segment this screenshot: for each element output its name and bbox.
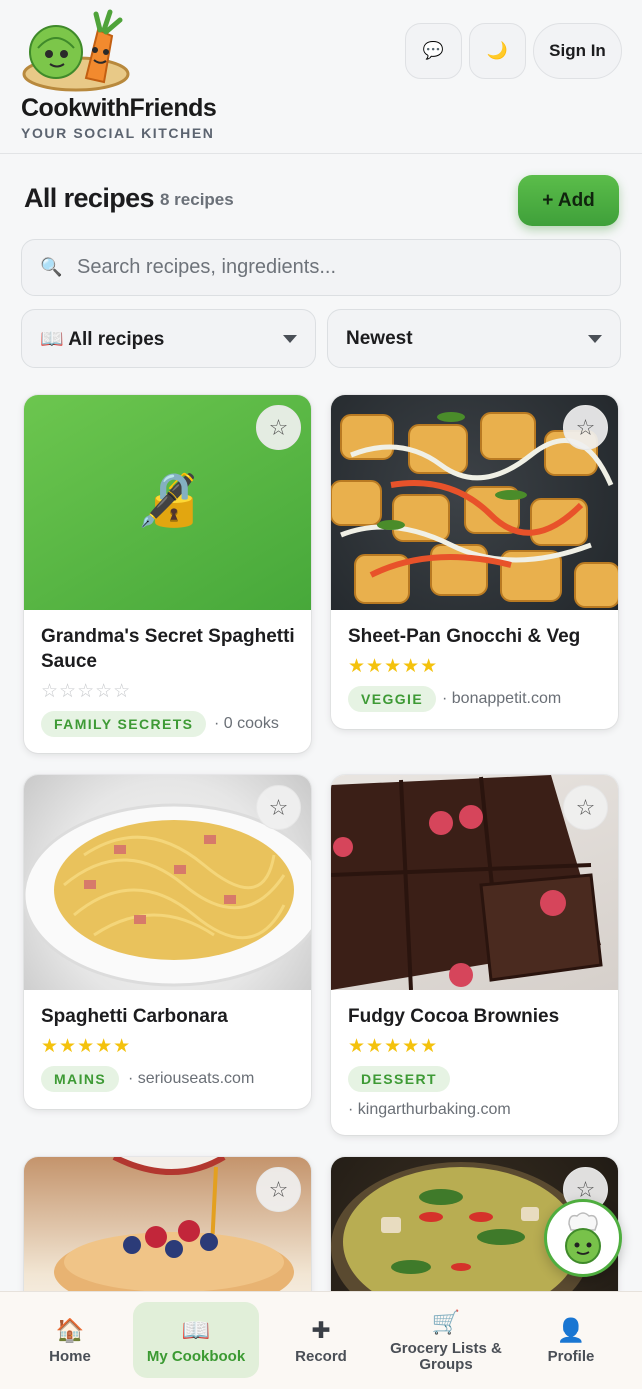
recipe-image: 🔏 ☆ — [24, 395, 311, 610]
profile-icon: 👤 — [556, 1317, 586, 1343]
home-icon: 🏠 — [55, 1317, 85, 1343]
nav-label: Record — [295, 1348, 347, 1365]
favorite-star-icon[interactable]: ☆ — [256, 785, 301, 830]
recipe-meta: · seriouseats.com — [128, 1070, 255, 1087]
plus-icon: ✚ — [311, 1317, 331, 1343]
sort-select[interactable]: Newest — [327, 309, 621, 368]
recipe-card[interactable]: ☆ Sheet-Pan Gnocchi & Veg ★★★★★ VEGGIE ·… — [331, 395, 618, 729]
recipe-card[interactable]: ☆ Fudgy Cocoa Brownies ★★★★★ DESSERT · k… — [331, 775, 618, 1135]
recipe-title: Spaghetti Carbonara — [41, 1006, 228, 1027]
category-tag: VEGGIE — [348, 686, 437, 712]
chevron-down-icon — [588, 335, 602, 343]
favorite-star-icon[interactable]: ☆ — [563, 785, 608, 830]
page-title: All recipes — [24, 183, 155, 213]
nav-label: Profile — [547, 1348, 595, 1365]
search-input[interactable]: 🔍 Search recipes, ingredients... — [21, 239, 621, 296]
recipe-title: Grandma's Secret Spaghetti Sauce — [41, 626, 295, 672]
recipe-card[interactable]: ☆ Spaghetti Carbonara ★★★★★ MAINS · seri… — [24, 775, 311, 1109]
sort-select-value: Newest — [346, 327, 413, 349]
category-tag: DESSERT — [348, 1066, 450, 1092]
recipe-title: Sheet-Pan Gnocchi & Veg — [348, 626, 581, 647]
favorite-star-icon[interactable]: ☆ — [256, 405, 301, 450]
search-icon: 🔍 — [40, 257, 63, 277]
category-tag: MAINS — [41, 1066, 120, 1092]
favorite-star-icon[interactable]: ☆ — [256, 1167, 301, 1212]
sign-in-button[interactable]: Sign In — [533, 23, 622, 79]
rating-stars: ★★★★★ — [348, 656, 439, 677]
brand-name: CookwithFriends — [21, 94, 217, 122]
recipe-image: ☆ — [331, 395, 618, 610]
nav-label: Grocery Lists & Groups — [390, 1340, 502, 1373]
brand-tagline: YOUR SOCIAL KITCHEN — [21, 125, 215, 141]
collection-select-value: 📖 All recipes — [40, 328, 165, 350]
chef-assistant-button[interactable] — [544, 1199, 622, 1277]
nav-grocery-lists[interactable]: 🛒 Grocery Lists & Groups — [383, 1302, 509, 1378]
book-icon: 📖 — [181, 1317, 211, 1343]
chat-button[interactable]: 💬 — [405, 23, 462, 79]
theme-toggle-button[interactable]: 🌙 — [469, 23, 526, 79]
recipe-card[interactable]: 🔏 ☆ Grandma's Secret Spaghetti Sauce ☆☆☆… — [24, 395, 311, 753]
recipe-title: Fudgy Cocoa Brownies — [348, 1006, 560, 1027]
bottom-navigation: 🏠 Home 📖 My Cookbook ✚ Record 🛒 Grocery … — [0, 1291, 642, 1389]
recipe-meta: · kingarthurbaking.com — [348, 1101, 511, 1118]
chevron-down-icon — [283, 335, 297, 343]
recipe-image: ☆ — [24, 775, 311, 990]
recipe-count: 8 recipes — [160, 190, 234, 209]
category-tag: FAMILY SECRETS — [41, 711, 207, 737]
cart-icon: 🛒 — [431, 1309, 461, 1335]
nav-record[interactable]: ✚ Record — [271, 1302, 371, 1378]
chef-cabbage-icon — [565, 1212, 601, 1264]
rating-stars: ★★★★★ — [348, 1036, 439, 1057]
chat-icon: 💬 — [422, 41, 445, 60]
rating-stars: ★★★★★ — [41, 1036, 132, 1057]
nav-profile[interactable]: 👤 Profile — [521, 1302, 621, 1378]
rating-stars: ☆☆☆☆☆ — [41, 681, 132, 702]
nav-home[interactable]: 🏠 Home — [20, 1302, 120, 1378]
nav-label: Home — [49, 1348, 91, 1365]
collection-select[interactable]: 📖 All recipes — [21, 309, 316, 368]
search-placeholder: Search recipes, ingredients... — [77, 256, 337, 278]
add-recipe-button[interactable]: + Add — [518, 175, 619, 226]
moon-icon: 🌙 — [486, 41, 509, 60]
recipe-image: ☆ — [331, 775, 618, 990]
favorite-star-icon[interactable]: ☆ — [563, 405, 608, 450]
logo-icon[interactable] — [20, 8, 132, 94]
nav-label: My Cookbook — [146, 1348, 246, 1365]
locked-pen-icon: 🔏 — [136, 471, 201, 529]
nav-my-cookbook[interactable]: 📖 My Cookbook — [133, 1302, 259, 1378]
recipe-meta: · bonappetit.com — [442, 690, 562, 707]
recipe-meta: · 0 cooks — [214, 715, 279, 732]
app-header: CookwithFriends YOUR SOCIAL KITCHEN 💬 🌙 … — [0, 0, 642, 154]
